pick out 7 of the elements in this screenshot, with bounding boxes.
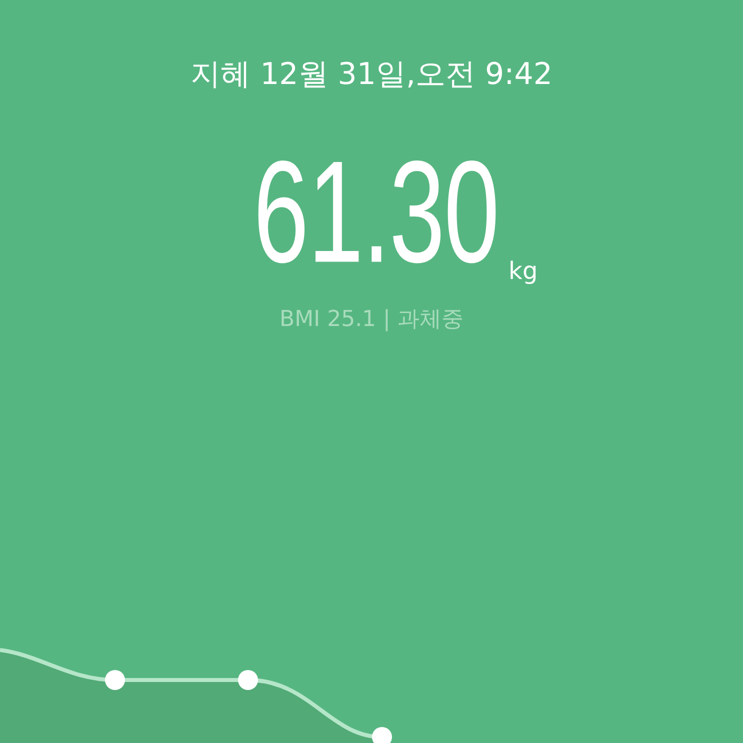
- weight-unit: kg: [508, 256, 538, 287]
- data-point[interactable]: [238, 670, 258, 690]
- data-point[interactable]: [105, 670, 125, 690]
- data-point[interactable]: [372, 727, 392, 743]
- bmi-status: BMI 25.1 | 과체중: [280, 306, 464, 334]
- date-time-title: 지혜 12월 31일,오전 9:42: [190, 56, 552, 94]
- weight-value: 61.30: [253, 140, 499, 285]
